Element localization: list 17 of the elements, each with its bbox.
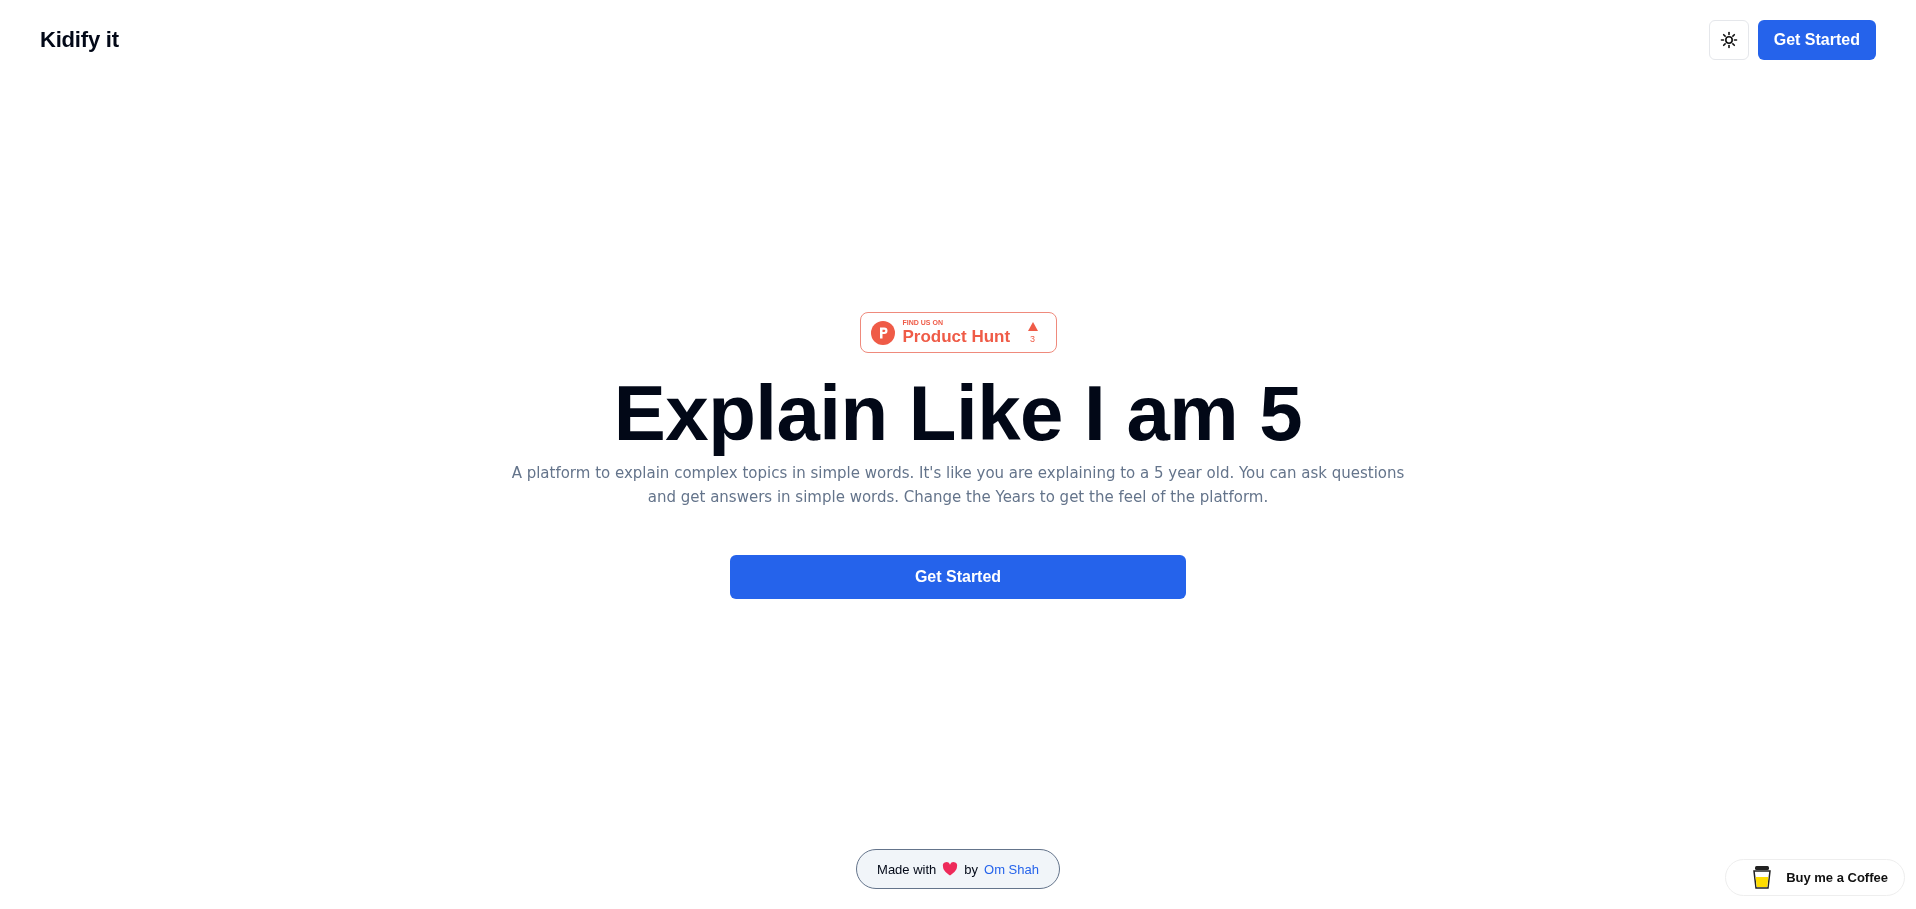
hero-title: Explain Like I am 5 — [613, 368, 1303, 459]
product-hunt-logo-icon — [870, 320, 895, 345]
sun-icon — [1719, 31, 1738, 49]
buy-me-a-coffee-button[interactable]: Buy me a Coffee — [1725, 859, 1905, 896]
heart-icon — [942, 861, 959, 877]
hero-description: A platform to explain complex topics in simple words. It's like you are explaining to a 5 year old. You can ask questions and get answers in simple words. Change the Years to get the feel of the platform. — [510, 463, 1406, 508]
upvote-icon — [1027, 321, 1038, 331]
credit-text: by — [964, 861, 979, 877]
author-link[interactable]: Om Shah — [984, 861, 1039, 877]
credit-text: Made with — [877, 861, 937, 877]
theme-toggle-button[interactable] — [1708, 20, 1749, 60]
badge-title: Product Hunt — [902, 327, 1012, 346]
get-started-button[interactable]: Get Started — [1757, 20, 1876, 60]
get-started-button[interactable]: Get Started — [730, 555, 1186, 599]
vote-count: 3 — [1030, 333, 1035, 344]
coffee-cup-icon — [1752, 865, 1773, 890]
logo[interactable]: Kidify it — [40, 27, 119, 53]
